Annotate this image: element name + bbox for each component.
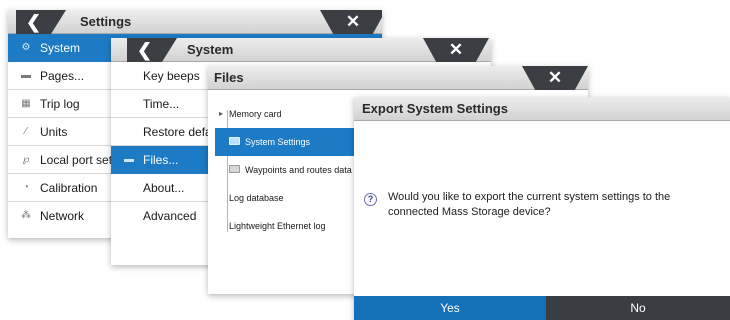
- tree-item-label: Waypoints and routes data: [245, 165, 352, 175]
- tree-item-label: System Settings: [245, 137, 311, 147]
- close-icon: ✕: [448, 40, 464, 59]
- settings-title: Settings: [80, 14, 132, 29]
- trip-log-icon: ▦: [21, 98, 31, 109]
- close-icon: ✕: [547, 68, 563, 87]
- settings-item-label: System: [40, 41, 81, 55]
- gear-icon: ⚙: [21, 42, 31, 53]
- chevron-left-icon: ❮: [137, 40, 153, 60]
- pages-icon: ▬: [21, 70, 31, 81]
- settings-item-label: Network: [40, 209, 85, 223]
- settings-titlebar: ❮ Settings ✕: [8, 10, 382, 34]
- settings-back-button[interactable]: ❮: [16, 10, 66, 34]
- tree-item-label: Lightweight Ethernet log: [229, 221, 326, 231]
- system-item-label: About...: [143, 181, 185, 195]
- yes-button[interactable]: Yes: [354, 296, 546, 320]
- ruler-icon: ∕: [25, 126, 27, 137]
- no-button[interactable]: No: [546, 296, 730, 320]
- dialog-title: Export System Settings: [362, 101, 508, 116]
- system-title: System: [187, 42, 234, 57]
- system-item-label: Key beeps: [143, 69, 200, 83]
- file-icon: [229, 165, 240, 173]
- folder-icon: ▬: [124, 154, 134, 165]
- expand-arrow-icon[interactable]: ▸: [219, 100, 223, 128]
- calibration-icon: ◔: [22, 182, 30, 193]
- system-close-button[interactable]: ✕: [423, 38, 489, 62]
- settings-item-label: Units: [40, 125, 68, 139]
- system-titlebar: ❮ System ✕: [111, 38, 491, 62]
- settings-item-label: Calibration: [40, 181, 98, 195]
- dialog-titlebar: Export System Settings: [354, 97, 730, 121]
- dialog-message: Would you like to export the current sys…: [388, 191, 671, 218]
- system-item-label: Advanced: [143, 209, 197, 223]
- settings-item-label: Trip log: [40, 97, 80, 111]
- settings-close-button[interactable]: ✕: [320, 10, 382, 34]
- tree-item-label: Memory card: [229, 109, 282, 119]
- system-item-label: Restore defa: [143, 125, 212, 139]
- system-back-button[interactable]: ❮: [127, 38, 177, 62]
- export-dialog: Export System Settings ? Would you like …: [354, 97, 730, 320]
- port-icon: ℘: [22, 154, 30, 165]
- settings-item-label: Local port set: [40, 153, 113, 167]
- chevron-left-icon: ❮: [26, 12, 42, 32]
- files-close-button[interactable]: ✕: [522, 66, 588, 90]
- file-icon: [229, 137, 240, 145]
- files-title: Files: [214, 70, 244, 85]
- system-item-label: Time...: [143, 97, 180, 111]
- close-icon: ✕: [345, 12, 361, 31]
- tree-item-label: Log database: [229, 193, 284, 203]
- question-icon: ?: [364, 193, 377, 206]
- files-titlebar: Files ✕: [208, 66, 588, 90]
- system-item-label: Files...: [143, 153, 179, 167]
- network-icon: ⁂: [21, 210, 31, 221]
- settings-item-label: Pages...: [40, 69, 85, 83]
